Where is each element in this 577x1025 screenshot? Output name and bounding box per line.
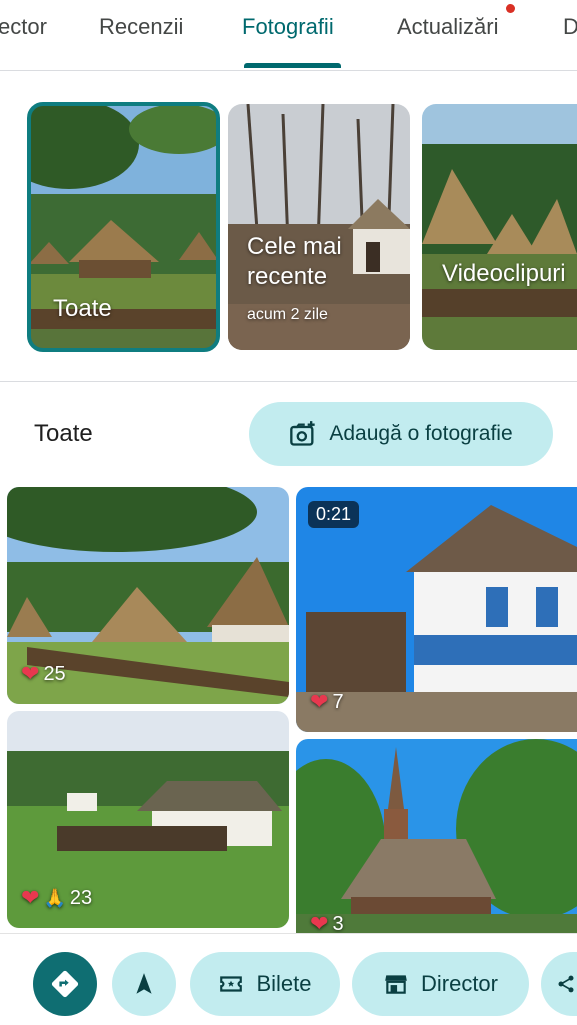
album-label: Toate [53,295,112,322]
likes-badge: ❤ 🙏 23 [21,885,92,911]
photo-tile[interactable]: ❤ 3 [296,739,577,933]
start-navigation-button[interactable] [112,952,176,1016]
album-card-videos[interactable]: Videoclipuri [422,104,577,350]
tab-directory[interactable]: ector [0,14,47,40]
photo-tile[interactable]: ❤ 25 [7,487,289,704]
heart-icon: ❤ [310,689,329,714]
tickets-button[interactable]: Bilete [190,952,340,1016]
video-tile[interactable]: 0:21 ❤ 7 [296,487,577,732]
section-divider [0,381,577,382]
likes-count: 23 [69,886,93,909]
heart-icon: ❤ [310,911,329,933]
album-card-recent[interactable]: Cele mai recente acum 2 zile [228,104,410,350]
album-card-all[interactable]: Toate [27,102,220,352]
video-duration: 0:21 [308,501,360,528]
add-photo-icon [290,421,316,446]
directory-label: Director [420,971,498,996]
likes-badge: ❤ 25 [21,661,66,687]
likes-count: 3 [332,912,344,934]
tab-updates[interactable]: Actualizări [397,14,498,40]
tab-reviews[interactable]: Recenzii [99,14,183,40]
tab-more[interactable]: D [563,14,577,40]
heart-icon: ❤ [21,885,40,910]
active-tab-indicator [244,63,341,68]
notification-dot [506,4,515,13]
tab-bar: ector Recenzii Fotografii Actualizări D [0,0,577,71]
add-photo-label: Adaugă o fotografie [329,422,513,445]
likes-badge: ❤ 7 [310,689,344,715]
directions-button[interactable] [33,952,97,1016]
pray-icon: 🙏 [43,887,66,908]
likes-count: 25 [43,662,66,685]
add-photo-button[interactable]: Adaugă o fotografie [249,402,553,466]
tab-photos[interactable]: Fotografii [242,14,334,40]
album-label: Videoclipuri [442,260,566,287]
navigation-arrow-icon [136,973,152,994]
section-title: Toate [34,420,93,447]
likes-count: 7 [332,690,344,713]
photo-thumbnail [296,739,577,933]
store-icon [385,975,407,994]
ticket-icon [220,976,243,992]
album-label: Cele mai recente [247,233,342,290]
directions-icon [51,970,79,998]
album-thumbnail [422,104,577,350]
heart-icon: ❤ [21,661,40,686]
album-date: acum 2 zile [247,306,328,323]
tickets-label: Bilete [256,971,312,996]
likes-badge: ❤ 3 [310,911,344,933]
directory-button[interactable]: Director [352,952,529,1016]
share-icon [558,975,574,993]
photo-tile[interactable]: ❤ 🙏 23 [7,711,289,928]
